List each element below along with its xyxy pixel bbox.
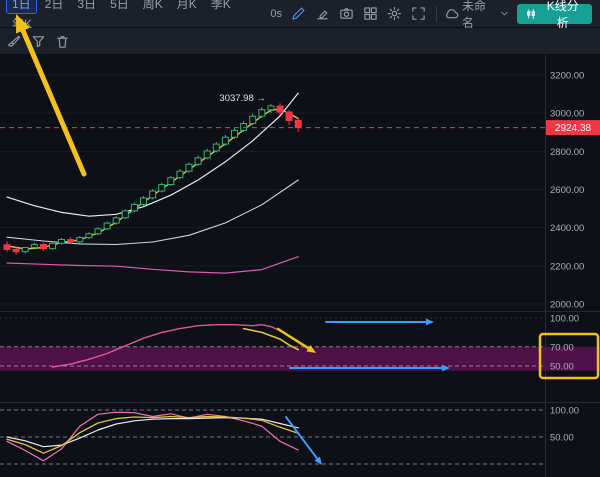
marker-icon[interactable] bbox=[313, 4, 333, 24]
candle-body bbox=[104, 223, 110, 229]
ma-slow-pink bbox=[7, 257, 298, 273]
candle-body bbox=[241, 123, 247, 130]
candle-body bbox=[131, 204, 137, 210]
chevron-down-icon bbox=[499, 8, 510, 19]
axis-label: 50.00 bbox=[550, 362, 574, 373]
axis-label: 2800.00 bbox=[550, 147, 584, 158]
candle-body bbox=[213, 144, 219, 151]
candles-group[interactable] bbox=[4, 103, 301, 255]
candle-body bbox=[250, 116, 256, 123]
candle-body bbox=[40, 244, 46, 248]
timeframe-button-4[interactable]: 5日 bbox=[104, 0, 135, 14]
candle-body bbox=[286, 112, 292, 120]
toolbar-main: 1日2日3日5日周K月K季K年K 0s 未命名 K线分析 bbox=[0, 0, 600, 28]
interval-countdown: 0s bbox=[270, 8, 282, 20]
candle-body bbox=[150, 191, 156, 198]
candle-body bbox=[4, 245, 10, 250]
axis-label: 100.00 bbox=[550, 406, 579, 417]
candle-body bbox=[277, 106, 283, 112]
kdj-k-yellow bbox=[7, 417, 298, 454]
candle-chart-icon bbox=[525, 8, 537, 20]
timeframe-button-6[interactable]: 月K bbox=[171, 0, 203, 14]
timeframe-button-7[interactable]: 季K bbox=[205, 0, 237, 14]
axis-label: 3000.00 bbox=[550, 109, 584, 120]
candle-body bbox=[177, 171, 183, 177]
pencil-icon[interactable] bbox=[289, 4, 309, 24]
candle-body bbox=[232, 130, 238, 137]
candle-body bbox=[22, 248, 28, 252]
candle-body bbox=[195, 158, 201, 164]
toolbar-drawing-tools bbox=[0, 28, 600, 55]
drawing-icon-group bbox=[289, 4, 429, 24]
toolbar-separator bbox=[436, 6, 437, 22]
svg-text:2924.38: 2924.38 bbox=[555, 123, 592, 134]
candle-body bbox=[59, 239, 65, 243]
candle-body bbox=[77, 238, 83, 242]
expand-icon[interactable] bbox=[409, 4, 429, 24]
cloud-layout-menu[interactable]: 未命名 bbox=[444, 0, 510, 31]
candle-body bbox=[68, 239, 74, 241]
kline-analysis-label: K线分析 bbox=[541, 0, 584, 31]
peak-price-label: 3037.98 → bbox=[219, 93, 265, 104]
candle-body bbox=[13, 249, 19, 251]
candle-body bbox=[295, 120, 301, 127]
filter-funnel-icon[interactable] bbox=[28, 31, 48, 51]
cloud-icon bbox=[444, 6, 459, 21]
current-price-tag: 2924.38 bbox=[546, 120, 600, 135]
candle-body bbox=[168, 178, 174, 185]
kdj-d-white bbox=[7, 418, 298, 447]
timeframe-button-2[interactable]: 2日 bbox=[39, 0, 70, 14]
timeframe-button-1[interactable]: 1日 bbox=[6, 0, 37, 14]
candlestick-chart[interactable]: 3200.00 3000.00 2800.00 2600.00 2400.00 2200.… bbox=[0, 0, 600, 477]
trading-app: 3200.00 3000.00 2800.00 2600.00 2400.00 2200.… bbox=[0, 0, 600, 477]
candle-body bbox=[50, 243, 56, 248]
screenshot-icon[interactable] bbox=[337, 4, 357, 24]
candle-body bbox=[159, 185, 165, 191]
trash-icon[interactable] bbox=[52, 31, 72, 51]
candle-body bbox=[204, 151, 210, 158]
axis-label: 2200.00 bbox=[550, 261, 584, 272]
timeframe-button-3[interactable]: 3日 bbox=[71, 0, 102, 14]
layout-grid-icon[interactable] bbox=[361, 4, 381, 24]
axis-label: 50.00 bbox=[550, 433, 574, 444]
candle-body bbox=[222, 137, 228, 144]
layout-name-label: 未命名 bbox=[462, 0, 496, 31]
axis-label: 70.00 bbox=[550, 342, 574, 353]
axis-label: 2600.00 bbox=[550, 185, 584, 196]
kline-analysis-button[interactable]: K线分析 bbox=[517, 4, 592, 24]
axis-label: 100.00 bbox=[550, 314, 579, 325]
candle-body bbox=[122, 211, 128, 218]
candle-body bbox=[268, 106, 274, 110]
axis-label: 2400.00 bbox=[550, 223, 584, 234]
candle-body bbox=[141, 198, 147, 204]
timeframe-button-5[interactable]: 周K bbox=[137, 0, 169, 14]
brush-icon[interactable] bbox=[4, 31, 24, 51]
candle-body bbox=[186, 164, 192, 171]
candle-body bbox=[86, 234, 92, 238]
axis-label: 3200.00 bbox=[550, 71, 584, 82]
candle-body bbox=[31, 244, 37, 247]
candle-body bbox=[113, 218, 119, 223]
settings-gear-icon[interactable] bbox=[385, 4, 405, 24]
toolbar-right-group: 0s 未命名 K线分析 bbox=[270, 0, 594, 31]
candle-body bbox=[259, 110, 265, 116]
axis-label: 2000.00 bbox=[550, 300, 584, 311]
candle-body bbox=[95, 229, 101, 234]
